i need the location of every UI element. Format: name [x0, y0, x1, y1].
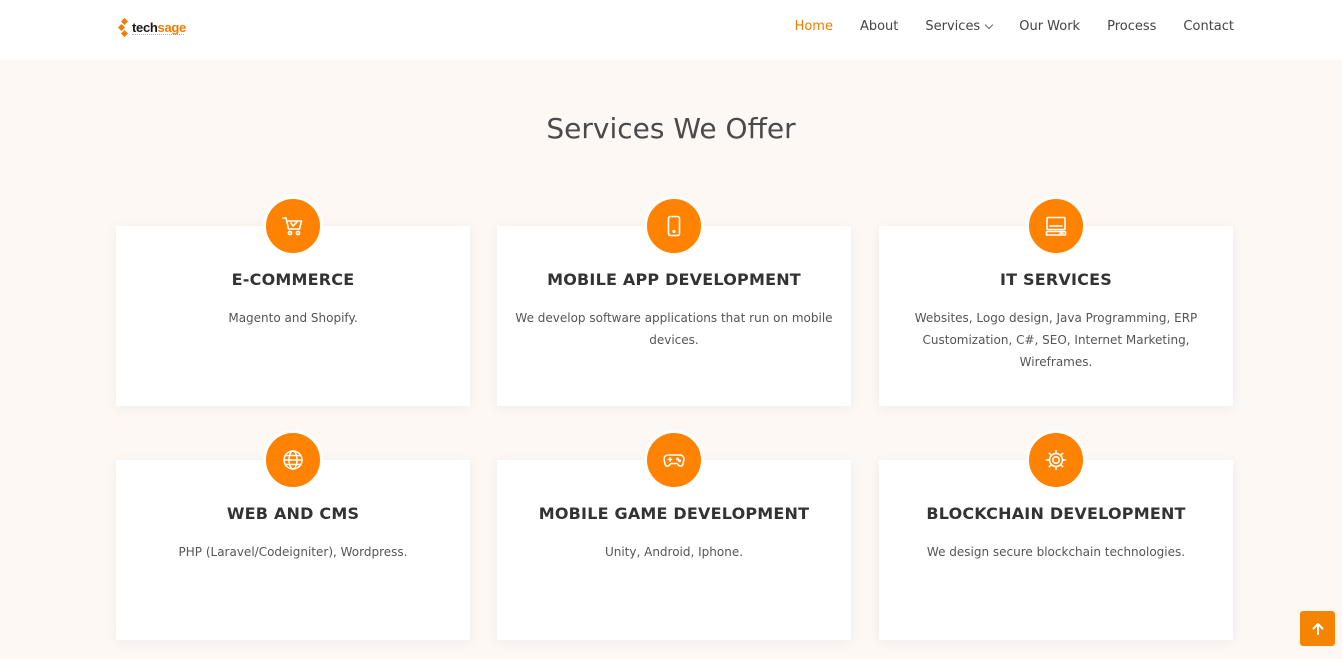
- logo-text-suffix: sage: [157, 20, 187, 35]
- service-card-blockchain: BLOCKCHAIN DEVELOPMENT We design secure …: [879, 430, 1233, 640]
- techsage-logo[interactable]: techsage: [117, 17, 186, 38]
- card-title: WEB AND CMS: [226, 504, 360, 523]
- nav-item-label: Home: [794, 19, 833, 34]
- service-card-it-services: IT SERVICES Websites, Logo design, Java …: [879, 196, 1233, 406]
- card-title: MOBILE GAME DEVELOPMENT: [538, 504, 810, 523]
- card-description: Websites, Logo design, Java Programming,…: [914, 311, 1198, 369]
- gear-icon: [1045, 449, 1067, 471]
- section-title: Services We Offer: [546, 112, 796, 145]
- nav-item-contact[interactable]: Contact: [1183, 19, 1234, 34]
- card-description: We design secure blockchain technologies…: [926, 545, 1186, 559]
- nav-item-label: About: [859, 19, 899, 34]
- logo-text-prefix: tech: [132, 20, 158, 35]
- icon-badge: [1026, 196, 1086, 256]
- service-card-mobile-game: MOBILE GAME DEVELOPMENT Unity, Android, …: [497, 430, 851, 640]
- desktop-icon: [1045, 216, 1067, 236]
- nav-item-label: Process: [1107, 19, 1157, 34]
- arrow-up-icon: [1312, 622, 1323, 635]
- nav-item-label: Services: [925, 19, 981, 34]
- main-nav: Home About Services Our Work Process Con…: [768, 19, 1234, 34]
- card-title: BLOCKCHAIN DEVELOPMENT: [926, 504, 1186, 523]
- service-card-mobile-app: MOBILE APP DEVELOPMENT We develop softwa…: [497, 196, 851, 406]
- card-title: IT SERVICES: [1000, 270, 1112, 289]
- scroll-to-top-button[interactable]: [1300, 611, 1335, 646]
- card-description: Unity, Android, Iphone.: [604, 545, 744, 559]
- logo-mark-icon: [117, 17, 131, 38]
- chevron-down-icon: [984, 20, 994, 29]
- nav-item-process[interactable]: Process: [1107, 19, 1156, 34]
- card-title: E-COMMERCE: [231, 270, 355, 289]
- mobile-phone-icon: [667, 215, 681, 237]
- logo-wordmark: techsage: [132, 21, 186, 35]
- nav-item-services[interactable]: Services: [925, 19, 994, 34]
- top-navbar: techsage Home About Services Our Work Pr…: [0, 0, 1342, 60]
- nav-item-label: Contact: [1183, 19, 1234, 34]
- card-description: Magento and Shopify.: [228, 311, 358, 325]
- icon-badge: [644, 196, 704, 256]
- service-card-web-cms: WEB AND CMS PHP (Laravel/Codeigniter), W…: [116, 430, 470, 640]
- shopping-cart-icon: [282, 217, 303, 236]
- logo-tagline-decoration: [132, 34, 184, 36]
- nav-item-label: Our Work: [1019, 19, 1081, 34]
- icon-badge: [644, 430, 704, 490]
- icon-badge: [263, 196, 323, 256]
- nav-item-our-work[interactable]: Our Work: [1019, 19, 1080, 34]
- card-description: PHP (Laravel/Codeigniter), Wordpress.: [178, 545, 408, 559]
- service-card-ecommerce: E-COMMERCE Magento and Shopify.: [116, 196, 470, 406]
- icon-badge: [263, 430, 323, 490]
- nav-item-home[interactable]: Home: [795, 19, 833, 34]
- nav-item-about[interactable]: About: [860, 19, 898, 34]
- icon-badge: [1026, 430, 1086, 490]
- card-title: MOBILE APP DEVELOPMENT: [547, 270, 801, 289]
- globe-icon: [283, 450, 303, 470]
- card-description: We develop software applications that ru…: [515, 311, 833, 347]
- gamepad-icon: [663, 454, 685, 467]
